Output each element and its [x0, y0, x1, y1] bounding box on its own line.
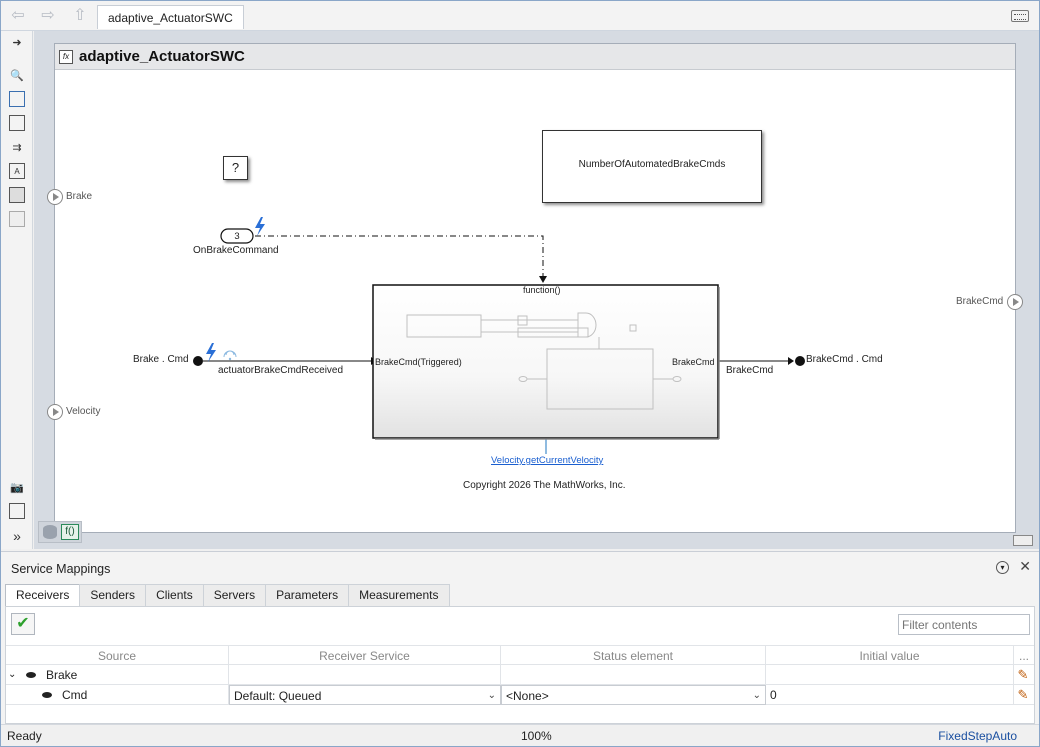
send-block[interactable] [795, 356, 805, 366]
pencil-icon[interactable]: ✎ [1015, 687, 1031, 703]
canvas-bottom-toolbar: f() [38, 521, 82, 543]
camera-icon[interactable]: 📷 [9, 479, 25, 495]
panel-menu-icon[interactable]: ▾ [996, 561, 1009, 574]
inport-brake-icon[interactable] [47, 189, 63, 205]
table-row[interactable]: Cmd Default: Queued ⌄ <None> ⌄ 0 ✎ [6, 685, 1034, 705]
model-browser-icon[interactable] [9, 503, 25, 519]
forward-icon[interactable]: ⇨ [37, 7, 59, 25]
source-cell: Brake [46, 665, 229, 685]
service-mappings-panel: Service Mappings ▾ ✕ Receivers Senders C… [1, 551, 1039, 724]
canvas-title: adaptive_ActuatorSWC [79, 48, 245, 65]
model-canvas[interactable]: fx adaptive_ActuatorSWC Brake Velocity B… [47, 43, 1023, 533]
source-cell: Cmd [62, 685, 229, 705]
panels-icon[interactable] [1013, 535, 1033, 546]
canvas-frame: fx adaptive_ActuatorSWC Brake Velocity B… [34, 31, 1039, 549]
toolbar: ⇦ ⇨ ⇧ adaptive_ActuatorSWC [1, 1, 1039, 31]
inport-velocity-label: Velocity [66, 406, 101, 417]
out-signal-label: BrakeCmd [726, 365, 774, 376]
zoom-level: 100% [521, 729, 552, 743]
fit-view-icon[interactable] [9, 91, 25, 107]
status-text: Ready [7, 729, 42, 743]
tab-measurements[interactable]: Measurements [348, 584, 450, 606]
data-store-label: NumberOfAutomatedBrakeCmds [578, 159, 726, 170]
mapping-tabs: Receivers Senders Clients Servers Parame… [5, 584, 450, 607]
expand-icon[interactable]: » [9, 528, 25, 544]
outport-icon[interactable] [1007, 294, 1023, 310]
block-palette: ➜ 🔍 ⇉ A 📷 » [1, 31, 33, 549]
tab-clients[interactable]: Clients [145, 584, 204, 606]
back-icon[interactable]: ⇦ [7, 7, 29, 25]
initial-value-cell [766, 665, 1014, 685]
receive-block-label: Brake . Cmd [133, 354, 189, 365]
annotation-icon[interactable]: A [9, 163, 25, 179]
chevron-down-icon: ⌄ [487, 690, 496, 701]
column-initial-value[interactable]: Initial value [766, 646, 1014, 666]
column-receiver-service[interactable]: Receiver Service [229, 646, 501, 666]
receive-signal-label: actuatorBrakeCmdReceived [218, 365, 344, 376]
solver-link[interactable]: FixedStepAuto [938, 729, 1017, 743]
function-caller-number: 3 [234, 231, 240, 242]
zoom-icon[interactable]: 🔍 [9, 67, 25, 83]
inport-brake-label: Brake [66, 191, 93, 202]
mapping-table-area: ✔ Source Receiver Service Status element… [5, 606, 1035, 724]
subsystem-out-port-label: BrakeCmd [672, 357, 715, 367]
inport-velocity-icon[interactable] [47, 404, 63, 420]
status-element-select[interactable]: <None> ⌄ [501, 685, 766, 705]
table-header: Source Receiver Service Status element I… [6, 645, 1034, 666]
receiver-service-value: Default: Queued [234, 689, 322, 703]
tab-receivers[interactable]: Receivers [5, 584, 81, 607]
function-caller-label: OnBrakeCommand [193, 245, 279, 256]
close-icon[interactable]: ✕ [1019, 558, 1031, 575]
column-status-element[interactable]: Status element [501, 646, 766, 666]
copyright-text: Copyright 2026 The MathWorks, Inc. [463, 480, 626, 491]
area-icon[interactable] [9, 211, 25, 227]
port-icon [26, 672, 36, 678]
collapse-chevron-icon[interactable]: ⌄ [8, 665, 16, 685]
tab-servers[interactable]: Servers [202, 584, 267, 606]
pencil-icon[interactable]: ✎ [1015, 667, 1031, 683]
tab-parameters[interactable]: Parameters [265, 584, 350, 606]
function-browser-icon[interactable]: f() [61, 524, 79, 540]
initial-value-field[interactable]: 0 [766, 685, 1014, 705]
receiver-service-cell [229, 665, 501, 685]
subsystem-in-port-label: BrakeCmd(Triggered) [375, 357, 462, 367]
up-level-icon[interactable]: ⇧ [69, 7, 91, 25]
lightning-icon [255, 217, 265, 236]
function-link[interactable]: Velocity.getCurrentVelocity [491, 455, 603, 466]
send-block-label: BrakeCmd . Cmd [806, 354, 883, 365]
tab-senders[interactable]: Senders [79, 584, 147, 606]
canvas-title-bar: fx adaptive_ActuatorSWC [55, 44, 1015, 70]
subsystem-trigger-label: function() [523, 285, 561, 295]
data-store-block[interactable]: NumberOfAutomatedBrakeCmds [542, 130, 762, 203]
status-bar: Ready 100% FixedStepAuto [1, 724, 1039, 746]
chevron-down-icon: ⌄ [752, 690, 761, 701]
validate-check-button[interactable]: ✔ [11, 613, 35, 635]
table-row[interactable]: ⌄ Brake ✎ [6, 665, 1034, 685]
outport-label: BrakeCmd [956, 296, 1004, 307]
connect-icon[interactable]: ⇉ [9, 139, 25, 155]
simulink-window: ⇦ ⇨ ⇧ adaptive_ActuatorSWC ➜ 🔍 ⇉ A 📷 » f… [0, 0, 1040, 747]
panel-title: Service Mappings [11, 562, 111, 576]
filter-input[interactable] [898, 614, 1030, 635]
wifi-icon [223, 350, 237, 358]
keyboard-icon[interactable] [1011, 10, 1029, 22]
database-icon[interactable] [43, 525, 57, 539]
unknown-block[interactable]: ? [223, 156, 248, 180]
receive-block[interactable] [193, 356, 203, 366]
function-icon: fx [59, 50, 73, 64]
column-source[interactable]: Source [6, 646, 229, 666]
column-more[interactable]: ... [1014, 646, 1034, 666]
image-icon[interactable] [9, 187, 25, 203]
status-element-value: <None> [506, 689, 549, 703]
element-icon [42, 692, 52, 698]
status-element-cell [501, 665, 766, 685]
lightning-icon [206, 343, 216, 362]
hide-show-icon[interactable]: ➜ [9, 34, 25, 50]
model-tab[interactable]: adaptive_ActuatorSWC [97, 5, 244, 29]
receiver-service-select[interactable]: Default: Queued ⌄ [229, 685, 501, 705]
area-select-icon[interactable] [9, 115, 25, 131]
